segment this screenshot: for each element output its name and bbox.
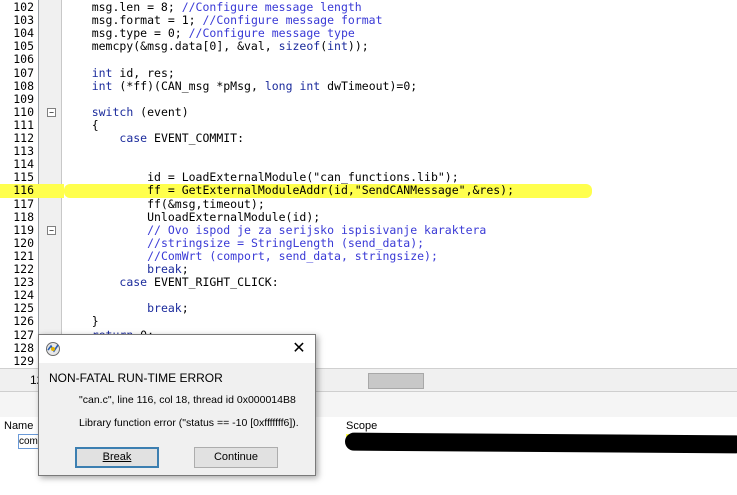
line-number: 122 (13, 262, 34, 276)
scrollbar-thumb[interactable] (368, 373, 424, 389)
line-number: 124 (13, 288, 34, 303)
code-line[interactable]: 121 //ComWrt (comport, send_data, string… (0, 248, 737, 263)
scope-column-header[interactable]: Scope (346, 420, 377, 432)
line-number: 112 (13, 131, 34, 145)
line-number: 109 (13, 91, 34, 106)
code-line[interactable]: 110 − switch (event) (0, 104, 737, 119)
code-text: case EVENT_RIGHT_CLICK: (119, 275, 279, 290)
code-line[interactable]: 124 (0, 289, 737, 302)
code-line[interactable]: 118 UnloadExternalModule(id); (0, 209, 737, 224)
code-line[interactable]: 123 case EVENT_RIGHT_CLICK: (0, 276, 737, 289)
code-line[interactable]: 120 //stringsize = StringLength (send_da… (0, 235, 737, 250)
code-line[interactable]: 102 msg.len = 8; //Configure message len… (0, 1, 737, 14)
code-line[interactable]: 104 msg.type = 0; //Configure message ty… (0, 27, 737, 40)
line-number: 129 (13, 353, 34, 368)
code-text: { (64, 117, 99, 132)
code-line[interactable]: 114 (0, 158, 737, 171)
code-text: msg.format = 1; //Configure message form… (64, 13, 383, 28)
line-number: 119 (13, 222, 34, 237)
code-line[interactable]: 117 ff(&msg,timeout); (0, 196, 737, 211)
line-number: 103 (13, 13, 34, 28)
code-line[interactable]: 113 (0, 145, 737, 158)
line-number: 105 (13, 39, 34, 54)
code-line[interactable]: 119 − // Ovo ispod je za serijsko ispisiv… (0, 222, 737, 237)
line-number: 126 (13, 314, 34, 329)
line-number: 115 (13, 170, 34, 185)
redaction-mark (344, 432, 737, 454)
scope-column (343, 417, 737, 495)
line-number: 118 (13, 209, 34, 224)
line-number: 128 (13, 340, 34, 355)
code-line[interactable]: 116 ff = GetExternalModuleAddr(id,"SendC… (0, 184, 737, 197)
line-number: 110 (13, 104, 34, 119)
code-line[interactable]: 107 int id, res; (0, 65, 737, 80)
code-line[interactable]: 126 } (0, 315, 737, 328)
code-text: } (64, 314, 99, 329)
code-text: //ComWrt (comport, send_data, stringsize… (147, 248, 438, 263)
code-text: id = LoadExternalModule("can_functions.l… (64, 170, 459, 185)
continue-button[interactable]: Continue (194, 447, 278, 468)
code-text: msg.len = 8; //Configure message length (64, 0, 362, 14)
code-line[interactable]: 112 case EVENT_COMMIT: (0, 132, 737, 145)
code-text: case EVENT_COMMIT: (119, 131, 245, 145)
line-number: 102 (13, 0, 34, 14)
code-line[interactable]: 103 msg.format = 1; //Configure message … (0, 14, 737, 27)
line-number: 121 (13, 248, 34, 263)
dialog-titlebar[interactable]: ✕ (39, 335, 315, 363)
line-number: 106 (13, 52, 34, 67)
code-text: break; (147, 262, 189, 276)
code-text: ff = GetExternalModuleAddr(id,"SendCANMe… (64, 183, 515, 198)
line-number: 107 (13, 65, 34, 80)
code-editor[interactable]: 102 msg.len = 8; //Configure message len… (0, 0, 737, 368)
break-button-label: Break (102, 451, 132, 463)
app-icon (46, 342, 60, 356)
line-number: 116 (13, 183, 34, 198)
code-line[interactable]: 122 break; (0, 263, 737, 276)
line-number: 117 (13, 196, 34, 211)
code-text: UnloadExternalModule(id); (64, 209, 321, 224)
line-number: 127 (13, 327, 34, 342)
error-heading: NON-FATAL RUN-TIME ERROR (49, 371, 223, 385)
error-location: "can.c", line 116, col 18, thread id 0x0… (79, 394, 296, 406)
code-line[interactable]: 109 (0, 91, 737, 106)
code-text: //stringsize = StringLength (send_data); (147, 235, 425, 250)
code-line[interactable]: 115 id = LoadExternalModule("can_functio… (0, 171, 737, 184)
code-text: ff(&msg,timeout); (64, 196, 265, 211)
name-column-header[interactable]: Name (4, 420, 33, 432)
line-number: 108 (13, 78, 34, 93)
line-number: 104 (13, 26, 34, 41)
code-text: msg.type = 0; //Configure message type (64, 26, 355, 41)
code-line[interactable]: 105 memcpy(&msg.data[0], &val, sizeof(in… (0, 40, 737, 53)
line-number: 120 (13, 235, 34, 250)
code-line[interactable]: 111 { (0, 117, 737, 132)
code-text: int (*ff)(CAN_msg *pMsg, long int dwTime… (91, 78, 418, 93)
dialog-body: NON-FATAL RUN-TIME ERROR "can.c", line 1… (39, 363, 315, 475)
code-text: // Ovo ispod je za serijsko ispisivanje … (147, 222, 487, 237)
code-text: int id, res; (91, 65, 175, 80)
line-number: 111 (13, 117, 34, 132)
line-number: 125 (13, 301, 34, 316)
fold-toggle-icon[interactable]: − (47, 225, 56, 235)
break-button[interactable]: Break (75, 447, 159, 468)
code-text: break; (147, 301, 189, 316)
fold-toggle-icon[interactable]: − (47, 107, 56, 117)
code-text: switch (event) (91, 104, 189, 119)
code-line[interactable]: 125 break; (0, 302, 737, 315)
line-number: 113 (13, 144, 34, 159)
code-text: memcpy(&msg.data[0], &val, sizeof(int)); (64, 39, 369, 54)
close-icon[interactable]: ✕ (289, 339, 309, 359)
error-message: Library function error ("status == -10 [… (79, 417, 299, 429)
code-line[interactable]: 108 int (*ff)(CAN_msg *pMsg, long int dw… (0, 78, 737, 93)
line-number: 114 (13, 157, 34, 172)
runtime-error-dialog: ✕ NON-FATAL RUN-TIME ERROR "can.c", line… (38, 334, 316, 476)
line-number: 123 (13, 275, 34, 290)
code-line[interactable]: 106 (0, 53, 737, 66)
